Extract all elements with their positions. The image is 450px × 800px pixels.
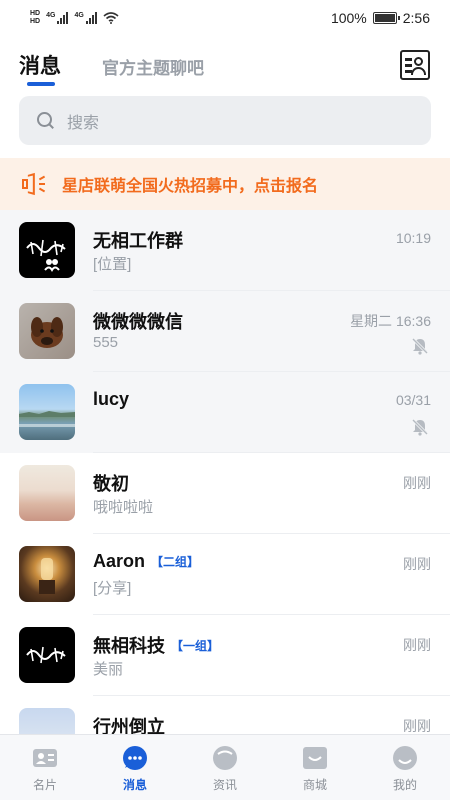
- conversation-time: 刚刚: [403, 718, 431, 734]
- hd-indicator: HD HD: [30, 10, 40, 26]
- conversation-row[interactable]: 行州倒立 刚刚: [0, 696, 450, 734]
- tab-messages[interactable]: 消息: [19, 50, 61, 80]
- conversation-title: Aaron 【二组】: [93, 551, 199, 572]
- speaker-icon: [22, 172, 46, 196]
- conversation-preview: 哦啦啦啦: [93, 499, 154, 516]
- status-bar-left: HD HD 4G 4G: [30, 10, 119, 26]
- nav-label: 我的: [392, 778, 417, 792]
- conversation-row[interactable]: Aaron 【二组】 [分享] 刚刚: [0, 534, 450, 615]
- conversation-name: 微微微微信: [93, 312, 183, 332]
- conversation-time: 刚刚: [403, 475, 431, 491]
- card-icon: [33, 749, 57, 767]
- nav-label: 名片: [32, 778, 57, 792]
- conversation-name: 敬初: [93, 474, 129, 494]
- city-photo-avatar: [19, 708, 75, 734]
- wifi-icon: [103, 12, 119, 24]
- network-type-2: 4G: [74, 12, 84, 19]
- conversation-row[interactable]: 无相工作群 [位置] 10:19: [0, 210, 450, 291]
- header: 消息 官方主题聊吧: [0, 46, 450, 90]
- battery-percent: 100%: [330, 10, 367, 26]
- conversation-preview: 美丽: [93, 661, 124, 678]
- nav-label: 消息: [122, 778, 147, 792]
- nav-item-card[interactable]: 名片: [0, 735, 90, 800]
- conversation-preview: [分享]: [93, 580, 132, 597]
- news-icon: [213, 746, 237, 770]
- signal-1-icon: 4G: [46, 12, 69, 24]
- conversation-row[interactable]: 敬初 哦啦啦啦 刚刚: [0, 453, 450, 534]
- conversation-time: 刚刚: [403, 556, 431, 572]
- conversation-title: lucy: [93, 389, 129, 410]
- group-tag: 【一组】: [171, 638, 220, 653]
- nav-item-shop[interactable]: 商城: [270, 735, 360, 800]
- conversation-row[interactable]: lucy 03/31: [0, 372, 450, 453]
- lake-photo-avatar: [19, 384, 75, 440]
- nav-item-messages[interactable]: 消息: [90, 735, 180, 800]
- logo-avatar: [19, 222, 75, 278]
- contacts-icon[interactable]: [400, 50, 430, 80]
- search-placeholder: 搜索: [67, 114, 100, 132]
- status-bar-right: 100% 2:56: [331, 10, 430, 26]
- conversation-name: 無相科技: [93, 636, 165, 656]
- conversation-preview: 555: [93, 334, 119, 351]
- lamp-photo-avatar: [19, 546, 75, 602]
- conversation-time: 刚刚: [403, 637, 431, 653]
- hd-top-label: HD: [30, 10, 41, 17]
- group-tag: 【二组】: [151, 555, 200, 569]
- tab-official-topics[interactable]: 官方主题聊吧: [102, 54, 204, 79]
- conversation-title: 微微微微信: [93, 308, 183, 334]
- nav-label: 资讯: [212, 778, 237, 792]
- chat-bubble-icon: [123, 746, 147, 770]
- conversation-time: 10:19: [395, 230, 431, 246]
- signal-2-icon: 4G: [74, 12, 97, 24]
- conversation-row[interactable]: 無相科技 【一组】 美丽 刚刚: [0, 615, 450, 696]
- status-bar: HD HD 4G 4G 100% 2:56: [0, 0, 450, 36]
- hd-bottom-label: HD: [30, 18, 41, 25]
- conversation-name: 行州倒立: [93, 717, 165, 734]
- conversation-name: lucy: [93, 389, 130, 409]
- search-input[interactable]: 搜索: [19, 96, 431, 145]
- conversation-title: 行州倒立: [93, 713, 165, 734]
- conversation-title: 無相科技 【一组】: [93, 632, 219, 658]
- conversation-title: 敬初: [93, 470, 129, 496]
- muted-bell-icon: [411, 337, 429, 355]
- muted-bell-icon: [411, 418, 429, 436]
- logo-avatar: [19, 627, 75, 683]
- conversation-time: 星期二 16:36: [350, 313, 431, 329]
- network-type-1: 4G: [46, 12, 56, 19]
- nav-label: 商城: [302, 778, 327, 792]
- conversation-title: 无相工作群: [93, 227, 183, 253]
- tab-active-indicator: [27, 82, 55, 86]
- conversation-list[interactable]: 无相工作群 [位置] 10:19 微微微微信 555 星期二 16:36 luc…: [0, 210, 450, 734]
- nav-item-news[interactable]: 资讯: [180, 735, 270, 800]
- bottom-navigation: 名片 消息 资讯 商城 我的: [0, 734, 450, 800]
- conversation-name: Aaron: [93, 551, 146, 571]
- profile-icon: [393, 746, 417, 770]
- conversation-preview: [位置]: [93, 256, 132, 273]
- dog-photo-avatar: [19, 303, 75, 359]
- nav-item-profile[interactable]: 我的: [360, 735, 450, 800]
- search-icon: [37, 111, 55, 130]
- conversation-time: 03/31: [395, 392, 431, 408]
- shop-icon: [303, 747, 327, 769]
- conversation-row[interactable]: 微微微微信 555 星期二 16:36: [0, 291, 450, 372]
- desert-photo-avatar: [19, 465, 75, 521]
- conversation-name: 无相工作群: [93, 231, 183, 251]
- recruit-banner[interactable]: 星店联萌全国火热招募中，点击报名: [0, 158, 450, 210]
- battery-icon: [372, 12, 400, 24]
- banner-text: 星店联萌全国火热招募中，点击报名: [62, 178, 319, 195]
- status-time: 2:56: [402, 10, 430, 26]
